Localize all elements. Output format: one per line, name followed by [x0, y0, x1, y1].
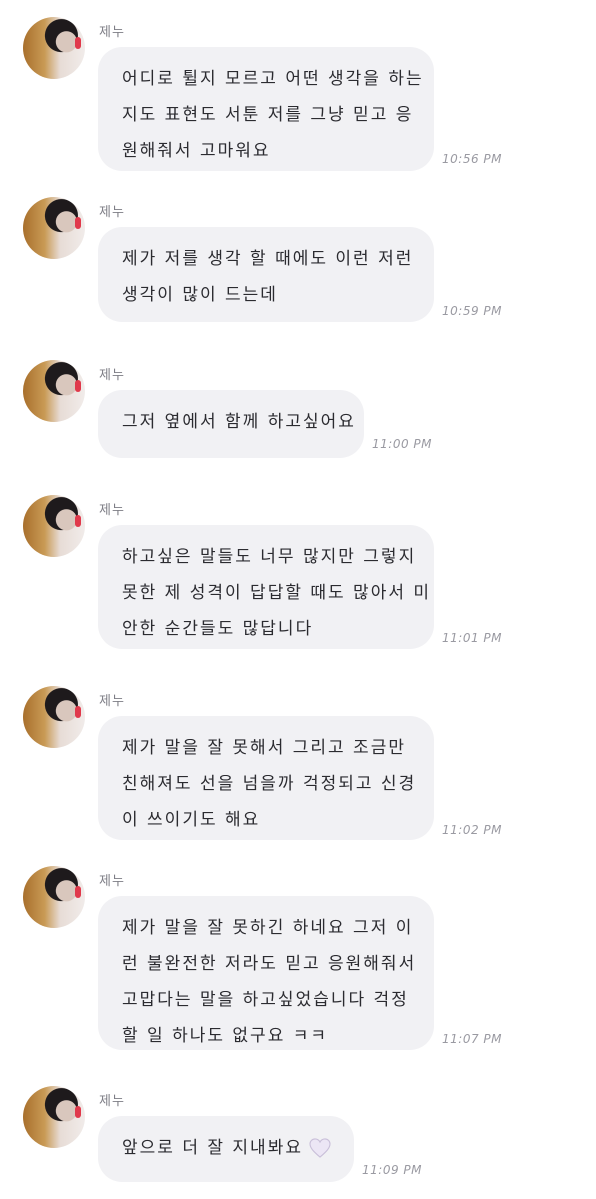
chat-thread: 제누 어디로 튈지 모르고 어떤 생각을 하는 지도 표현도 서툰 저를 그냥 …: [0, 0, 596, 1199]
message-line: 생각이 많이 드는데: [122, 285, 278, 305]
sender-name: 제누: [99, 368, 125, 383]
message-bubble[interactable]: 제가 말을 잘 못해서 그리고 조금만 친해져도 선을 넘을까 걱정되고 신경 …: [98, 716, 434, 840]
message-line: 그저 옆에서 함께 하고싶어요: [122, 412, 356, 432]
message-line: 못한 제 성격이 답답할 때도 많아서 미: [122, 583, 432, 603]
message-time: 11:01 PM: [442, 631, 502, 645]
avatar[interactable]: [23, 866, 85, 928]
white-heart-icon: [309, 1138, 331, 1158]
message-line: 앞으로 더 잘 지내봐요: [122, 1130, 331, 1166]
message-line: 제가 말을 잘 못하긴 하네요 그저 이: [122, 918, 414, 938]
message-time: 10:56 PM: [442, 152, 502, 166]
sender-name: 제누: [99, 874, 125, 889]
message-line: 제가 저를 생각 할 때에도 이런 저런: [122, 249, 414, 269]
message-line: 하고싶은 말들도 너무 많지만 그렇지: [122, 547, 417, 567]
avatar[interactable]: [23, 1086, 85, 1148]
sender-name: 제누: [99, 694, 125, 709]
avatar[interactable]: [23, 17, 85, 79]
message-line: 제가 말을 잘 못해서 그리고 조금만: [122, 738, 406, 758]
message-bubble[interactable]: 그저 옆에서 함께 하고싶어요: [98, 390, 364, 458]
message-bubble[interactable]: 제가 저를 생각 할 때에도 이런 저런 생각이 많이 드는데: [98, 227, 434, 322]
sender-name: 제누: [99, 503, 125, 518]
message-line: 원해줘서 고마워요: [122, 141, 271, 161]
message-line: 친해져도 선을 넘을까 걱정되고 신경: [122, 774, 417, 794]
message-time: 11:07 PM: [442, 1032, 502, 1046]
message-bubble[interactable]: 앞으로 더 잘 지내봐요: [98, 1116, 354, 1182]
message-line: 안한 순간들도 많답니다: [122, 619, 314, 639]
message-line: 지도 표현도 서툰 저를 그냥 믿고 응: [122, 105, 414, 125]
message-time: 11:00 PM: [372, 437, 432, 451]
message-line: 고맙다는 말을 하고싶었습니다 걱정: [122, 990, 409, 1010]
avatar[interactable]: [23, 197, 85, 259]
avatar[interactable]: [23, 360, 85, 422]
sender-name: 제누: [99, 205, 125, 220]
message-text: 앞으로 더 잘 지내봐요: [122, 1138, 303, 1158]
avatar[interactable]: [23, 495, 85, 557]
message-line: 할 일 하나도 없구요 ㅋㅋ: [122, 1026, 329, 1046]
message-time: 11:09 PM: [362, 1163, 422, 1177]
message-bubble[interactable]: 제가 말을 잘 못하긴 하네요 그저 이 런 불완전한 저라도 믿고 응원해줘서…: [98, 896, 434, 1050]
avatar[interactable]: [23, 686, 85, 748]
message-line: 런 불완전한 저라도 믿고 응원해줘서: [122, 954, 417, 974]
message-bubble[interactable]: 어디로 튈지 모르고 어떤 생각을 하는 지도 표현도 서툰 저를 그냥 믿고 …: [98, 47, 434, 171]
sender-name: 제누: [99, 1094, 125, 1109]
message-time: 10:59 PM: [442, 304, 502, 318]
message-line: 이 쓰이기도 해요: [122, 810, 261, 830]
sender-name: 제누: [99, 25, 125, 40]
message-bubble[interactable]: 하고싶은 말들도 너무 많지만 그렇지 못한 제 성격이 답답할 때도 많아서 …: [98, 525, 434, 649]
message-time: 11:02 PM: [442, 823, 502, 837]
message-line: 어디로 튈지 모르고 어떤 생각을 하는: [122, 69, 424, 89]
